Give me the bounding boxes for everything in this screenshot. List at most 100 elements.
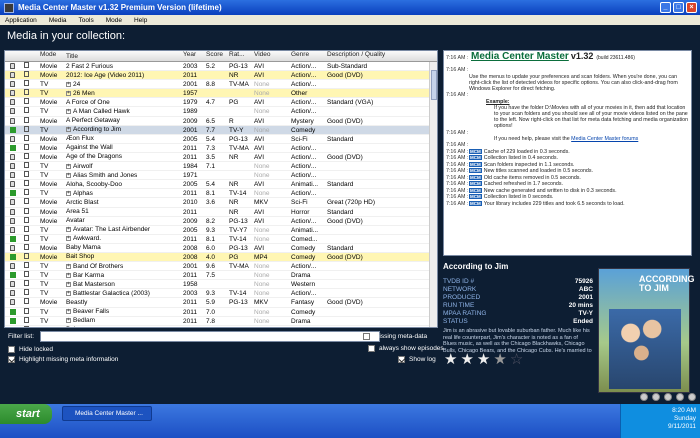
column-header[interactable]: Score: [204, 51, 227, 61]
menu-item[interactable]: Mode: [106, 17, 122, 24]
star-icon[interactable]: ★: [477, 350, 490, 368]
menu-item[interactable]: Tools: [79, 17, 94, 24]
list-scrollbar[interactable]: [429, 62, 437, 327]
column-header[interactable]: Rat...: [227, 51, 252, 61]
table-row[interactable]: Movie Baby Mama 2008 6.0 PG-13 AVI Comedy Stand…: [5, 243, 437, 253]
close-button[interactable]: ×: [686, 2, 697, 13]
expand-icon[interactable]: +: [66, 172, 71, 178]
app-link[interactable]: Media Center Master: [471, 52, 569, 61]
expand-icon[interactable]: +: [66, 81, 71, 87]
checkbox-box[interactable]: [8, 356, 15, 363]
taskbar-item-media-center-master[interactable]: Media Center Master ...: [62, 406, 152, 421]
menu-item[interactable]: Media: [49, 17, 67, 24]
column-header[interactable]: Video: [252, 51, 289, 61]
missing-meta-checkbox[interactable]: missing meta-data: [363, 333, 427, 340]
table-row[interactable]: Movie Arctic Blast 2010 3.6 NR MKV Sci-Fi Great…: [5, 198, 437, 208]
table-row[interactable]: TV + Awkward. 2011 8.1 TV-14 None Comed...: [5, 234, 437, 244]
dot-button[interactable]: [640, 393, 648, 401]
category-icon: [24, 180, 29, 187]
table-row[interactable]: Movie 2 Fast 2 Furious 2003 5.2 PG-13 AVI Acti…: [5, 62, 437, 72]
poster-family-art: [609, 309, 681, 389]
table-row[interactable]: Movie Æon Flux 2005 5.4 PG-13 AVI Sci-Fi Standa…: [5, 134, 437, 144]
table-row[interactable]: TV + Bat Masterson 1958 None Western: [5, 280, 437, 290]
start-button[interactable]: start: [0, 404, 52, 424]
table-row[interactable]: Movie Area 51 2011 NR AVI Horror Standard: [5, 207, 437, 217]
checkbox-box[interactable]: [398, 356, 405, 363]
column-header[interactable]: Title: [64, 51, 181, 61]
table-row[interactable]: Movie Against the Wall 2011 7.3 TV-MA AVI Acti…: [5, 143, 437, 153]
expand-icon[interactable]: +: [66, 281, 71, 287]
table-row[interactable]: TV + Alphas 2011 8.1 TV-14 None Action/...: [5, 189, 437, 199]
always-show-episodes-checkbox[interactable]: always show episodes: [368, 345, 444, 352]
column-header[interactable]: Year: [181, 51, 204, 61]
menu-item[interactable]: Application: [5, 17, 37, 24]
table-row[interactable]: TV + Bedlam 2011 7.8 None Drama: [5, 316, 437, 326]
cell-genre: Animati...: [291, 181, 319, 189]
cell-mode: TV: [40, 190, 49, 198]
media-list[interactable]: Mode Title Year Score Rat... Video Genre Descri…: [4, 50, 438, 328]
maximize-button[interactable]: □: [673, 2, 684, 13]
table-row[interactable]: Movie A Perfect Getaway 2009 6.5 R AVI Mystery…: [5, 116, 437, 126]
show-log-checkbox[interactable]: Show log: [398, 356, 436, 363]
expand-icon[interactable]: +: [66, 272, 71, 278]
table-row[interactable]: TV + Alias Smith and Jones 1971 None Action/.…: [5, 171, 437, 181]
expand-icon[interactable]: +: [66, 290, 71, 296]
table-row[interactable]: TV + Battlestar Galactica (2003) 2003 9.3 TV-…: [5, 289, 437, 299]
checkbox-box[interactable]: [363, 333, 370, 340]
table-row[interactable]: TV + Avatar: The Last Airbender 2005 9.3 TV-Y…: [5, 225, 437, 235]
minimize-button[interactable]: _: [660, 2, 671, 13]
cell-desc: Good (DVD): [327, 217, 363, 225]
expand-icon[interactable]: +: [66, 190, 71, 196]
table-row[interactable]: Movie 2012: Ice Age (Video 2011) 2011 NR AVI…: [5, 71, 437, 81]
dot-button[interactable]: [688, 393, 696, 401]
expand-icon[interactable]: +: [66, 318, 71, 324]
dot-button[interactable]: [676, 393, 684, 401]
expand-icon[interactable]: +: [66, 263, 71, 269]
checkbox-box[interactable]: [8, 346, 15, 353]
table-row[interactable]: TV +24 2001 8.8 TV-MA None Action/...: [5, 80, 437, 90]
table-row[interactable]: TV + Band Of Brothers 2001 9.6 TV-MA None Actio…: [5, 262, 437, 272]
expand-icon[interactable]: +: [66, 127, 71, 133]
table-row[interactable]: TV + Bar Karma 2011 7.5 None Drama: [5, 271, 437, 281]
clock-time[interactable]: 8:20 AM: [621, 407, 696, 415]
scrollbar-thumb[interactable]: [431, 70, 437, 100]
table-row[interactable]: MovieBelow 20026.2RAVIHorrorStandard: [5, 325, 437, 327]
table-row[interactable]: TV + According to Jim 2001 7.7 TV-Y None Comedy: [5, 125, 437, 135]
menu-item[interactable]: Help: [134, 17, 147, 24]
highlight-missing-checkbox[interactable]: Highlight missing meta information: [8, 356, 118, 363]
table-row[interactable]: TV +26 Men 1957 None Other: [5, 89, 437, 99]
checkbox-label: Show log: [409, 356, 436, 363]
table-row[interactable]: Movie Beastly 2011 5.9 PG-13 MKV Fantasy Good (…: [5, 298, 437, 308]
expand-icon[interactable]: +: [66, 109, 71, 115]
table-row[interactable]: Movie Age of the Dragons 2011 3.5 NR AVI Actio…: [5, 152, 437, 163]
table-row[interactable]: Movie A Force of One 1979 4.7 PG AVI Action/..…: [5, 98, 437, 108]
column-header[interactable]: Description / Quality: [325, 51, 431, 61]
star-icon[interactable]: ★: [460, 350, 473, 368]
expand-icon[interactable]: +: [66, 227, 71, 233]
table-row[interactable]: Movie Aloha, Scooby-Doo 2005 5.4 NR AVI Animat…: [5, 180, 437, 190]
cell-genre: Other: [291, 90, 308, 98]
expand-icon[interactable]: +: [66, 163, 71, 169]
table-row[interactable]: TV + A Man Called Hawk 1989 None Action/...: [5, 107, 437, 117]
column-header[interactable]: [20, 51, 38, 61]
column-header[interactable]: Mode: [38, 51, 64, 61]
hide-locked-checkbox[interactable]: Hide locked: [8, 346, 53, 353]
rating-stars[interactable]: ★ ★ ★ ★ ☆: [444, 350, 523, 368]
table-row[interactable]: Movie Bait Shop 2008 4.0 PG MP4 Comedy Good (DV…: [5, 252, 437, 263]
checkbox-box[interactable]: [368, 345, 375, 352]
dot-button[interactable]: [664, 393, 672, 401]
column-header[interactable]: Genre: [289, 51, 325, 61]
expand-icon[interactable]: +: [66, 309, 71, 315]
expand-icon[interactable]: +: [66, 236, 71, 242]
table-row[interactable]: Movie Avatar 2009 8.2 PG-13 AVI Action/... Good…: [5, 216, 437, 226]
dot-button[interactable]: [652, 393, 660, 401]
table-row[interactable]: TV + Beaver Falls 2011 7.0 None Comedy: [5, 307, 437, 317]
forum-link[interactable]: Media Center Master forums: [571, 136, 638, 142]
table-row[interactable]: TV + Airwolf 1984 7.1 None Action/...: [5, 162, 437, 172]
filter-input[interactable]: [40, 331, 380, 342]
star-icon[interactable]: ★: [444, 350, 457, 368]
expand-icon[interactable]: +: [66, 90, 71, 96]
star-icon[interactable]: ☆: [510, 350, 523, 368]
column-header[interactable]: [5, 51, 20, 61]
star-icon[interactable]: ★: [493, 350, 506, 368]
